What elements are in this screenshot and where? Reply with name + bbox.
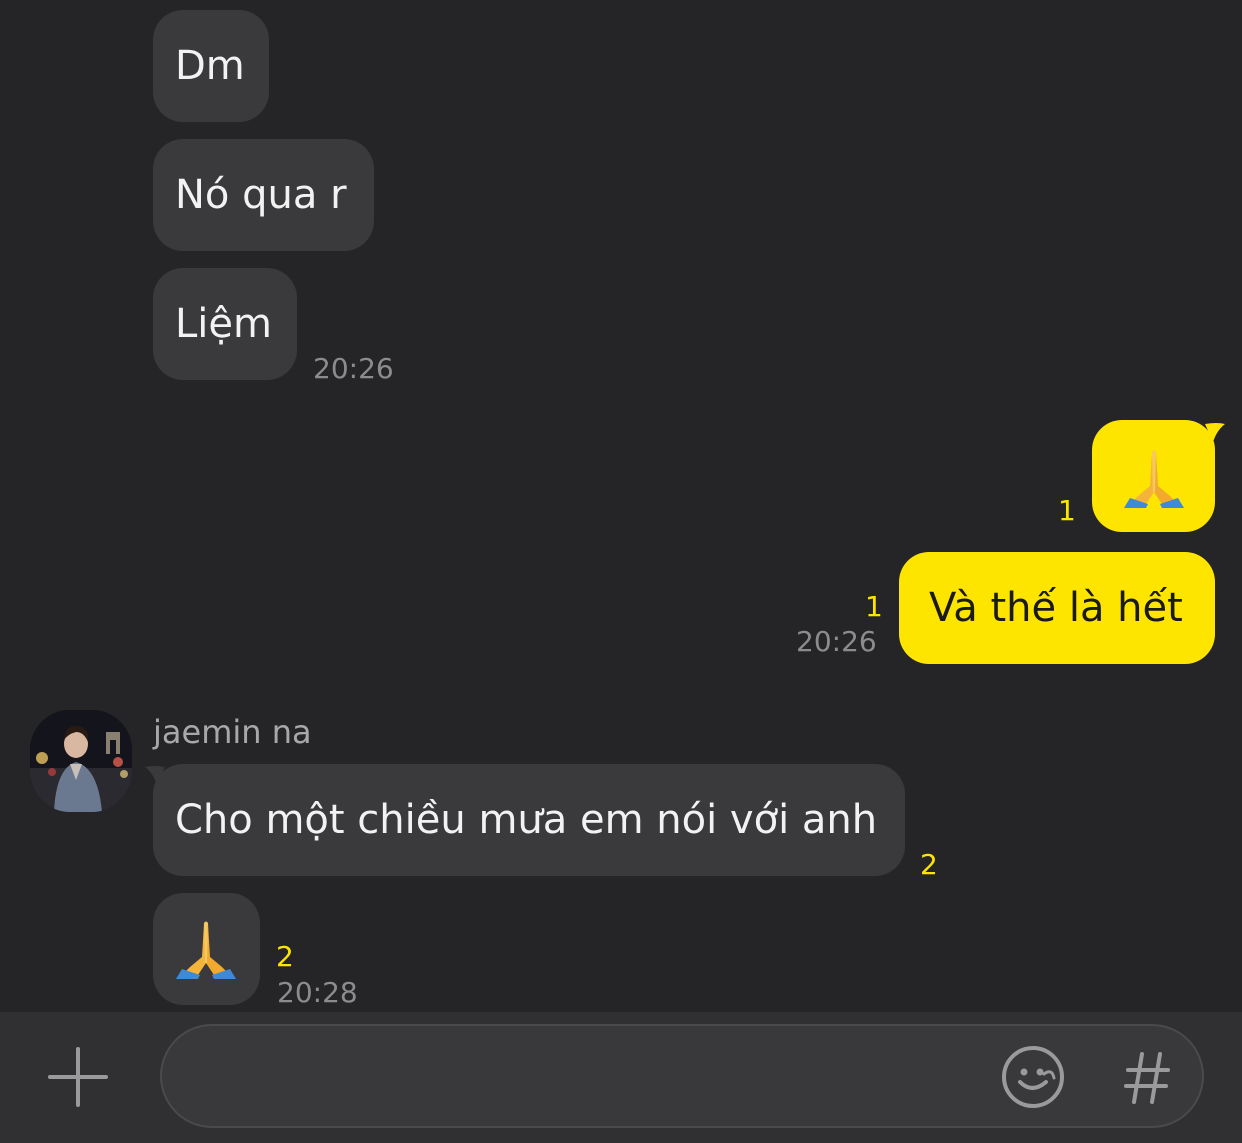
message-text: Dm <box>175 43 245 89</box>
sender-name: jaemin na <box>153 713 312 751</box>
message-input-box[interactable] <box>160 1024 1204 1128</box>
incoming-message-bubble[interactable]: Nó qua r <box>153 139 374 251</box>
message-input-bar <box>0 1012 1242 1143</box>
incoming-message-bubble[interactable]: Cho một chiều mưa em nói với anh <box>153 764 905 876</box>
bubble-tail <box>1205 423 1225 442</box>
unread-count: 1 <box>1058 494 1076 527</box>
message-text: Nó qua r <box>175 172 347 218</box>
unread-count: 2 <box>920 848 938 881</box>
smiley-icon[interactable] <box>1000 1044 1066 1110</box>
hashtag-icon[interactable] <box>1122 1050 1172 1106</box>
message-text: Cho một chiều mưa em nói với anh <box>175 797 878 843</box>
chat-screen: Dm Nó qua r Liệm 20:26 1 Và thế là hết 1… <box>0 0 1242 1143</box>
praying-hands-emoji <box>176 921 236 979</box>
message-timestamp: 20:26 <box>796 625 877 658</box>
incoming-message-bubble[interactable]: Dm <box>153 10 269 122</box>
outgoing-message-bubble[interactable]: Và thế là hết <box>899 552 1215 664</box>
message-text: Và thế là hết <box>929 585 1183 631</box>
incoming-emoji-bubble[interactable] <box>153 893 260 1005</box>
unread-count: 2 <box>276 940 294 973</box>
message-timestamp: 20:28 <box>277 976 358 1009</box>
incoming-message-bubble[interactable]: Liệm <box>153 268 297 380</box>
praying-hands-emoji <box>1124 450 1184 508</box>
unread-count: 1 <box>865 590 883 623</box>
message-text: Liệm <box>175 301 272 347</box>
message-input[interactable] <box>192 1026 996 1128</box>
profile-photo <box>30 710 132 812</box>
message-timestamp: 20:26 <box>313 352 394 385</box>
avatar[interactable] <box>30 710 132 812</box>
outgoing-emoji-bubble[interactable] <box>1092 420 1215 532</box>
plus-icon[interactable] <box>48 1047 108 1107</box>
